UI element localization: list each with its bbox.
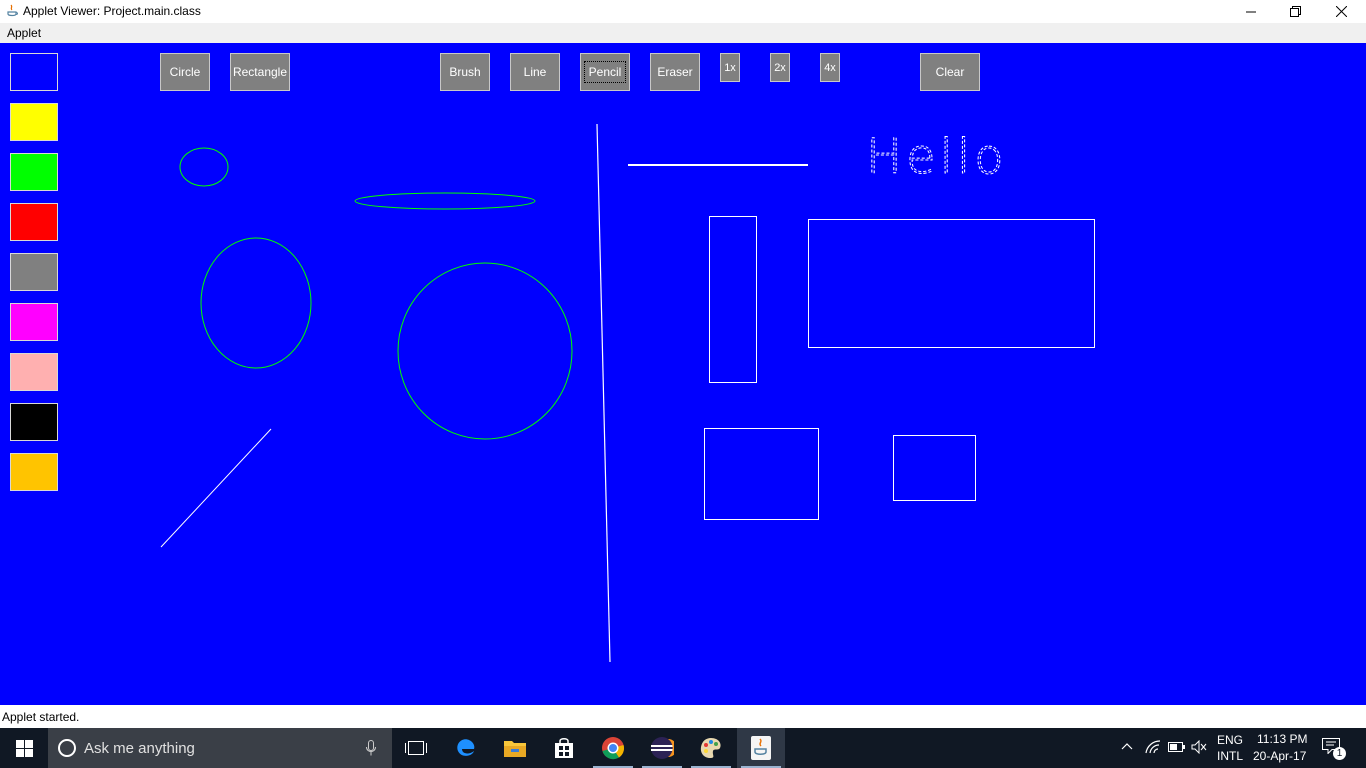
drawn-circle-large [397, 262, 573, 440]
keyboard-layout-indicator[interactable]: INTL [1217, 749, 1243, 763]
title-bar: Applet Viewer: Project.main.class [0, 0, 1366, 23]
drawn-vertical-line [596, 123, 611, 663]
edge-icon [457, 739, 475, 756]
windows-logo-icon [15, 739, 33, 757]
minimize-icon [1246, 11, 1256, 12]
menu-bar: Applet [0, 23, 1366, 43]
drawn-diagonal-line [160, 428, 272, 548]
edge-taskbar-button[interactable] [442, 728, 490, 768]
drawn-ellipse-flat [354, 192, 536, 210]
battery-icon[interactable] [1168, 742, 1185, 752]
notification-count-badge: 1 [1333, 747, 1346, 760]
task-view-button[interactable] [392, 728, 440, 768]
drawn-rectangle-tall [709, 216, 757, 383]
search-placeholder: Ask me anything [84, 740, 195, 757]
drawn-text-hello: Hello [866, 129, 1008, 185]
drawn-rectangle-wide [808, 219, 1095, 348]
volume-muted-icon[interactable] [1191, 740, 1207, 754]
menu-applet[interactable]: Applet [7, 26, 41, 40]
java-icon [7, 4, 18, 17]
drawn-ellipse-small [179, 147, 229, 187]
restore-button[interactable] [1272, 0, 1318, 23]
drawn-rectangle-small [893, 435, 976, 501]
clock-time[interactable]: 11:13 PM [1257, 732, 1307, 746]
chrome-taskbar-button[interactable] [589, 728, 637, 768]
action-center-button[interactable]: 1 [1322, 738, 1346, 760]
wifi-icon[interactable] [1145, 740, 1161, 754]
taskbar-search-box[interactable]: Ask me anything [48, 728, 392, 768]
file-explorer-taskbar-button[interactable] [491, 728, 539, 768]
paint-taskbar-button[interactable] [687, 728, 735, 768]
restore-icon [1289, 6, 1301, 17]
chrome-icon [602, 737, 625, 760]
minimize-button[interactable] [1228, 0, 1274, 23]
close-icon [1335, 6, 1347, 17]
store-taskbar-button[interactable] [540, 728, 588, 768]
close-button[interactable] [1318, 0, 1364, 23]
drawn-rectangle-medium [704, 428, 819, 520]
paint-palette-icon [700, 738, 721, 758]
java-icon [751, 736, 771, 760]
cortana-icon [58, 739, 76, 757]
drawing-layer: Hello [160, 123, 1095, 663]
language-indicator[interactable]: ENG [1217, 733, 1243, 747]
start-button[interactable] [0, 728, 48, 768]
store-icon [555, 738, 573, 758]
microphone-icon [366, 740, 376, 756]
java-applet-taskbar-button[interactable] [737, 728, 785, 768]
task-view-icon [405, 741, 427, 755]
status-text: Applet started. [2, 710, 80, 724]
taskbar: Ask me anything ENG INTL 11:13 PM 20-Apr… [0, 728, 1366, 768]
clock-date[interactable]: 20-Apr-17 [1253, 749, 1306, 763]
eclipse-taskbar-button[interactable] [638, 728, 686, 768]
drawn-ellipse-medium [200, 237, 312, 369]
status-bar: Applet started. [0, 705, 1366, 728]
eclipse-icon [651, 737, 674, 759]
chevron-up-icon[interactable] [1121, 742, 1133, 750]
window-title: Applet Viewer: Project.main.class [23, 4, 201, 18]
folder-icon [504, 741, 526, 757]
drawing-canvas[interactable]: Circle Rectangle Brush Line Pencil Erase… [0, 43, 1366, 705]
